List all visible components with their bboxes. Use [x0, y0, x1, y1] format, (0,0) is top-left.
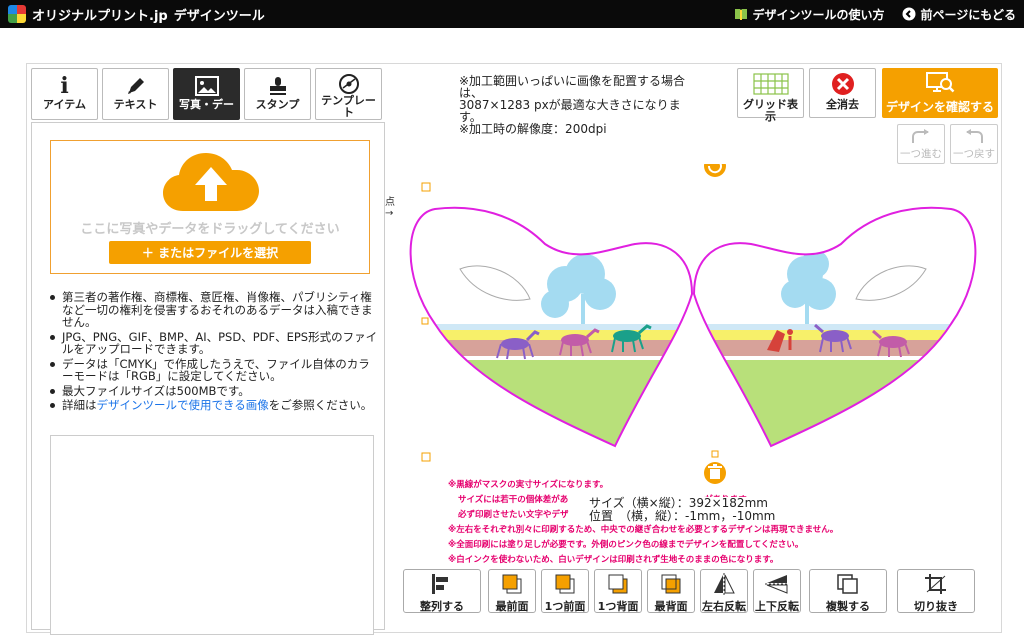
duplicate-button[interactable]: 複製する — [809, 569, 887, 613]
back-circle-icon — [902, 7, 916, 21]
stamp-icon — [267, 73, 289, 99]
flip-vertical-button[interactable]: 上下反転 — [753, 569, 801, 613]
tool-tabs: i アイテム テキスト 写真・デー スタンプ テンプレート — [31, 68, 386, 120]
info-icon: i — [60, 73, 69, 99]
note-item: データは「CMYK」で作成したうえで、ファイル自体のカラーモードは「RGB」に設… — [48, 357, 378, 383]
duplicate-icon — [810, 570, 886, 598]
send-backward-icon — [595, 570, 641, 598]
image-icon — [194, 73, 219, 99]
crop-button[interactable]: 切り抜き — [897, 569, 975, 613]
send-backward-button[interactable]: 1つ背面 — [594, 569, 642, 613]
drop-instruction: ここに写真やデータをドラッグしてください — [80, 222, 340, 237]
grid-toggle-button[interactable]: グリッド表示 — [737, 68, 804, 123]
undo-button[interactable]: 一つ戻す — [950, 124, 998, 164]
template-icon — [338, 73, 360, 95]
upload-notes: 第三者の著作権、商標権、意匠権、肖像権、パブリシティ権など一切の権利を侵害するお… — [48, 291, 378, 414]
flip-vertical-icon — [754, 570, 800, 598]
align-button[interactable]: 整列する — [403, 569, 481, 613]
top-nav: デザインツールの使い方 前ページにもどる — [716, 6, 1016, 23]
tab-label: アイテム — [43, 98, 86, 111]
bring-front-icon — [489, 570, 535, 598]
logo-text: オリジナルプリント.jp — [32, 8, 168, 24]
usable-images-link[interactable]: デザインツールで使用できる画像 — [97, 398, 269, 412]
tab-image[interactable]: 写真・デー — [173, 68, 240, 120]
image-dropzone[interactable]: ここに写真やデータをドラッグしてください ＋ またはファイルを選択 — [50, 140, 370, 274]
tab-label: 写真・デー — [179, 98, 234, 111]
clear-x-icon — [810, 69, 875, 99]
rotate-handle-icon[interactable] — [704, 164, 726, 177]
tab-stamp[interactable]: スタンプ — [244, 68, 311, 120]
site-logo[interactable]: オリジナルプリント.jp デザインツール — [8, 5, 265, 24]
top-bar: オリジナルプリント.jp デザインツール デザインツールの使い方 前ページにもど… — [0, 0, 1024, 28]
side-marker-label: 点 → — [385, 197, 395, 219]
confirm-design-button[interactable]: デザインを確認する — [882, 68, 998, 118]
undo-arrow-icon — [951, 125, 997, 149]
uploaded-images-list[interactable] — [50, 435, 374, 635]
print-area-info: ※加工範囲いっぱいに画像を配置する場合は、 3087×1283 pxが最適な大き… — [459, 74, 686, 136]
monitor-search-icon — [882, 68, 998, 98]
note-item: 第三者の著作権、商標権、意匠権、肖像権、パブリシティ権など一切の権利を侵害するお… — [48, 291, 378, 329]
left-mask-artwork[interactable] — [395, 164, 695, 470]
size-position-readout: サイズ（横×縦）：392×182mm 位置 （横，縦）：-1mm，-10mm — [587, 496, 778, 523]
crop-icon — [898, 570, 974, 598]
redo-arrow-icon — [898, 125, 944, 149]
flip-horizontal-icon — [701, 570, 747, 598]
howto-label: デザインツールの使い方 — [752, 7, 885, 22]
back-link[interactable]: 前ページにもどる — [902, 6, 1016, 23]
cloud-upload-icon — [163, 153, 259, 211]
image-panel: ここに写真やデータをドラッグしてください ＋ またはファイルを選択 第三者の著作… — [31, 122, 385, 635]
bring-forward-icon — [542, 570, 588, 598]
tab-label: スタンプ — [255, 98, 300, 111]
redo-button[interactable]: 一つ進む — [897, 124, 945, 164]
tab-label: テキスト — [113, 98, 158, 111]
cube-logo-icon — [8, 5, 26, 23]
send-back-button[interactable]: 最背面 — [647, 569, 695, 613]
right-mask-artwork[interactable] — [691, 164, 991, 470]
tab-text[interactable]: テキスト — [102, 68, 169, 120]
book-icon — [735, 9, 748, 20]
pen-icon — [125, 73, 147, 99]
note-item: 最大ファイルサイズは500MBです。 — [48, 384, 378, 398]
tab-item[interactable]: i アイテム — [31, 68, 98, 120]
align-icon — [404, 570, 480, 598]
select-file-button[interactable]: ＋ またはファイルを選択 — [109, 241, 311, 264]
design-workspace: i アイテム テキスト 写真・デー スタンプ テンプレート ここに写真やデータを… — [26, 63, 1002, 635]
tab-template[interactable]: テンプレート — [315, 68, 382, 120]
clear-all-button[interactable]: 全消去 — [809, 68, 876, 118]
mask-warnings: ※黒線がマスクの実寸サイズになります。 サイズには若干の個体差があ があります。… — [448, 480, 839, 565]
note-item: 詳細はデザインツールで使用できる画像をご参照ください。 — [48, 399, 378, 412]
note-item: JPG、PNG、GIF、BMP、AI、PSD、PDF、EPS形式のファイルをアッ… — [48, 330, 378, 356]
back-label: 前ページにもどる — [920, 7, 1016, 22]
tab-label: テンプレート — [321, 94, 376, 119]
bring-forward-button[interactable]: 1つ前面 — [541, 569, 589, 613]
bring-front-button[interactable]: 最前面 — [488, 569, 536, 613]
send-back-icon — [648, 570, 694, 598]
tool-name: デザインツール — [173, 8, 265, 24]
flip-horizontal-button[interactable]: 左右反転 — [700, 569, 748, 613]
howto-link[interactable]: デザインツールの使い方 — [734, 6, 884, 23]
grid-icon — [738, 69, 803, 99]
